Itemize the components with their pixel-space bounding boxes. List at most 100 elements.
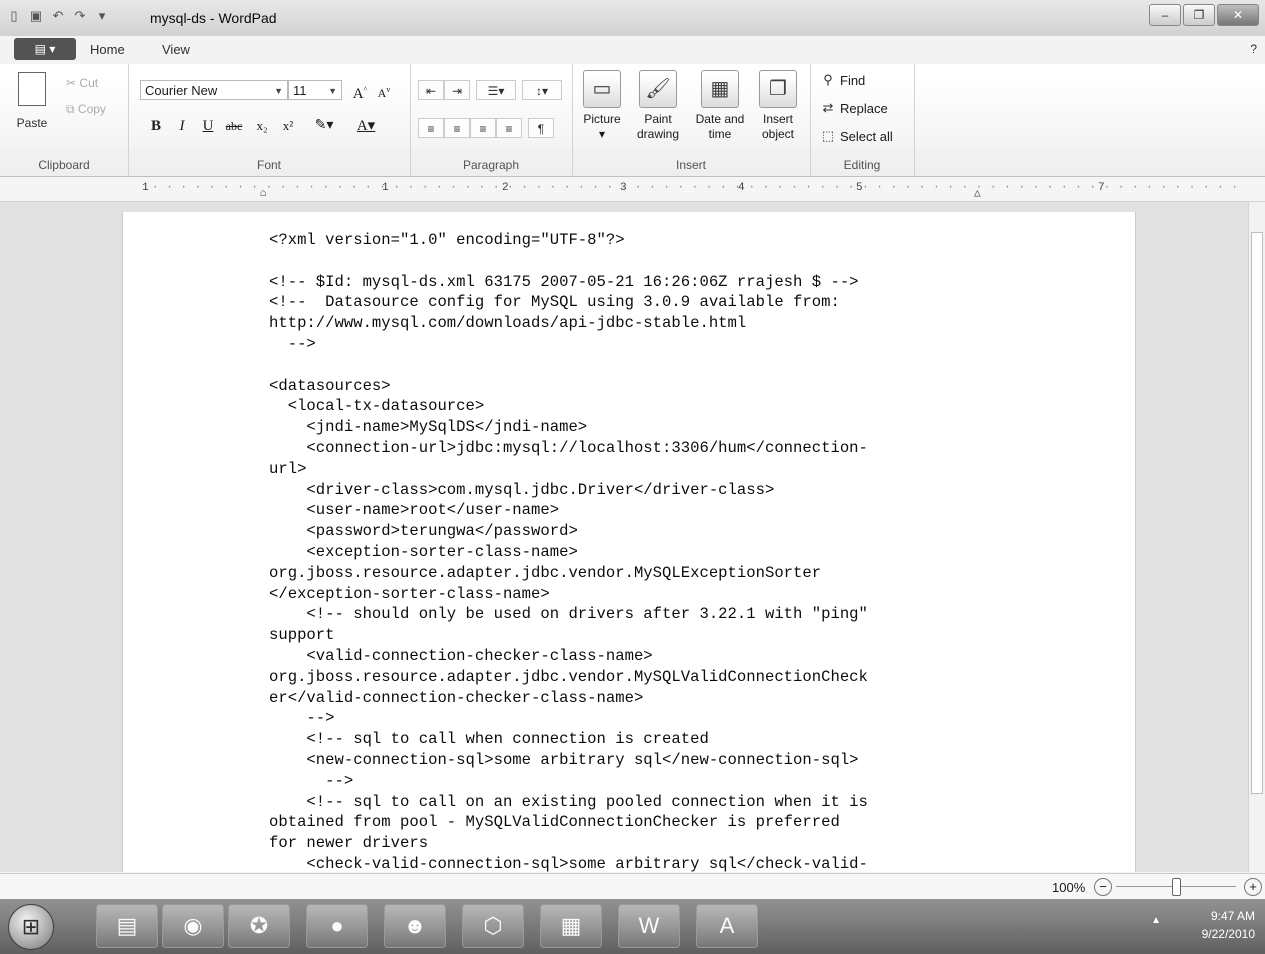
document-area: <?xml version="1.0" encoding="UTF-8"?> <…: [0, 202, 1265, 872]
underline-button[interactable]: U: [198, 116, 218, 136]
document-line: <user-name>root</user-name>: [269, 501, 560, 520]
paragraph-group-label: Paragraph: [462, 158, 520, 172]
redo-icon[interactable]: ↷: [72, 8, 88, 24]
justify-button[interactable]: ≡: [496, 118, 522, 138]
replace-button[interactable]: ⇄ Replace: [820, 100, 888, 116]
tab-view[interactable]: View: [162, 42, 190, 57]
taskbar-virtualbox-icon[interactable]: ⬡: [462, 904, 524, 948]
editing-group: ⚲ Find ⇄ Replace ⬚ Select all Editing: [810, 64, 915, 176]
font-family-select[interactable]: Courier New ▼: [140, 80, 288, 100]
document-line: </exception-sorter-class-name>: [269, 584, 550, 603]
document-line: http://www.mysql.com/downloads/api-jdbc-…: [269, 314, 747, 333]
paint-brush-icon: 🖌: [639, 70, 677, 108]
document-line: <new-connection-sql>some arbitrary sql</…: [269, 750, 859, 769]
taskbar-app-icon[interactable]: ▦: [540, 904, 602, 948]
customize-qat-icon[interactable]: ▾: [94, 8, 110, 24]
app-menu-button[interactable]: ▤ ▾: [14, 38, 76, 60]
cut-button[interactable]: ✂ Cut: [66, 76, 98, 90]
window-controls: – ❐ ✕: [1149, 4, 1259, 26]
font-size-value: 11: [293, 83, 307, 98]
tab-home[interactable]: Home: [90, 42, 125, 57]
increase-indent-button[interactable]: ⇥: [444, 80, 470, 100]
document-line: <?xml version="1.0" encoding="UTF-8"?>: [269, 231, 625, 249]
document-line: org.jboss.resource.adapter.jdbc.vendor.M…: [269, 667, 868, 686]
maximize-button[interactable]: ❐: [1183, 4, 1215, 26]
zoom-level: 100%: [1052, 880, 1086, 895]
taskbar-media-player-icon[interactable]: ◉: [162, 904, 224, 948]
close-button[interactable]: ✕: [1217, 4, 1259, 26]
document-text[interactable]: <?xml version="1.0" encoding="UTF-8"?> <…: [269, 230, 1029, 872]
document-line: <local-tx-datasource>: [269, 397, 485, 416]
ribbon-tabs: ▤ ▾ Home View ?: [0, 36, 1265, 64]
app-icon[interactable]: ▯: [6, 8, 22, 24]
taskbar-firefox-icon[interactable]: ●: [306, 904, 368, 948]
document-line: <!-- $Id: mysql-ds.xml 63175 2007-05-21 …: [269, 272, 859, 291]
select-all-button[interactable]: ⬚ Select all: [820, 128, 893, 144]
clock-date: 9/22/2010: [1201, 927, 1255, 941]
window-title: mysql-ds - WordPad: [150, 10, 277, 26]
shrink-font-button[interactable]: Av: [374, 80, 394, 100]
paragraph-dialog-button[interactable]: ¶: [528, 118, 554, 138]
font-family-value: Courier New: [145, 83, 218, 98]
zoom-in-button[interactable]: +: [1244, 878, 1262, 896]
taskbar-word-icon[interactable]: W: [618, 904, 680, 948]
font-group-label: Font: [256, 158, 281, 172]
align-center-button[interactable]: ≡: [444, 118, 470, 138]
decrease-indent-button[interactable]: ⇤: [418, 80, 444, 100]
document-line: <check-valid-connection-sql>some arbitra…: [269, 854, 868, 872]
document-line: <valid-connection-checker-class-name>: [269, 646, 653, 665]
taskbar-messenger-icon[interactable]: ☻: [384, 904, 446, 948]
taskbar-explorer-icon[interactable]: ▤: [96, 904, 158, 948]
grow-font-button[interactable]: A^: [350, 80, 370, 102]
document-page[interactable]: <?xml version="1.0" encoding="UTF-8"?> <…: [122, 212, 1136, 872]
paint-drawing-button[interactable]: 🖌 Paint drawing: [634, 70, 682, 142]
clipboard-group: Paste ✂ Cut ⧉ Copy Clipboard: [0, 64, 129, 176]
vertical-scrollbar[interactable]: [1248, 202, 1265, 872]
subscript-button[interactable]: x₂: [252, 116, 272, 136]
line-spacing-button[interactable]: ↕▾: [522, 80, 562, 100]
clock-time: 9:47 AM: [1210, 909, 1255, 923]
document-line: <!-- Datasource config for MySQL using 3…: [269, 293, 840, 312]
zoom-slider-thumb[interactable]: [1172, 878, 1181, 896]
help-icon[interactable]: ?: [1250, 42, 1257, 56]
bold-button[interactable]: B: [146, 116, 166, 136]
zoom-out-button[interactable]: −: [1094, 878, 1112, 896]
left-indent-marker[interactable]: ⌂: [260, 188, 267, 200]
right-indent-marker[interactable]: △: [974, 186, 981, 200]
align-left-button[interactable]: ≡: [418, 118, 444, 138]
system-clock[interactable]: 9:47 AM 9/22/2010: [1202, 907, 1255, 943]
undo-icon[interactable]: ↶: [50, 8, 66, 24]
highlight-color-button[interactable]: ✎▾: [314, 116, 334, 136]
font-color-button[interactable]: A▾: [356, 116, 376, 136]
document-line: <exception-sorter-class-name>: [269, 542, 578, 561]
paste-button[interactable]: Paste: [14, 72, 50, 130]
save-icon[interactable]: ▣: [28, 8, 44, 24]
document-line: -->: [269, 771, 354, 790]
ribbon: Paste ✂ Cut ⧉ Copy Clipboard Courier New…: [0, 64, 1265, 177]
start-button[interactable]: ⊞: [8, 904, 54, 950]
minimize-button[interactable]: –: [1149, 4, 1181, 26]
tray-expand-icon[interactable]: ▲: [1151, 915, 1161, 926]
document-line: <datasources>: [269, 376, 391, 395]
status-bar: 100% − +: [0, 873, 1265, 900]
picture-button[interactable]: ▭ Picture ▾: [578, 70, 626, 142]
select-all-icon: ⬚: [821, 128, 835, 143]
superscript-button[interactable]: x²: [278, 116, 298, 136]
italic-button[interactable]: I: [172, 116, 192, 136]
paint-drawing-label: Paint drawing: [636, 112, 680, 141]
align-right-button[interactable]: ≡: [470, 118, 496, 138]
taskbar-wordpad-icon[interactable]: A: [696, 904, 758, 948]
date-time-button[interactable]: ▦ Date and time: [690, 70, 750, 142]
ruler-ticks: · · · · · · · · · · · · · · · · · · · · …: [152, 182, 1239, 194]
bullet-list-button[interactable]: ☰▾: [476, 80, 516, 100]
document-line: <password>terungwa</password>: [269, 522, 578, 541]
font-size-select[interactable]: 11 ▼: [288, 80, 342, 100]
ruler[interactable]: 1 1 2 3 4 5 7 · · · · · · · · · · · · · · · · ·…: [0, 177, 1265, 202]
copy-button[interactable]: ⧉ Copy: [66, 102, 106, 117]
font-group: Courier New ▼ 11 ▼ A^ Av B I U abc x₂ x²…: [128, 64, 411, 176]
strikethrough-button[interactable]: abc: [224, 116, 244, 136]
insert-object-button[interactable]: ❐ Insert object: [754, 70, 802, 142]
find-button[interactable]: ⚲ Find: [820, 72, 865, 88]
scrollbar-thumb[interactable]: [1251, 232, 1263, 794]
taskbar-chrome-icon[interactable]: ✪: [228, 904, 290, 948]
